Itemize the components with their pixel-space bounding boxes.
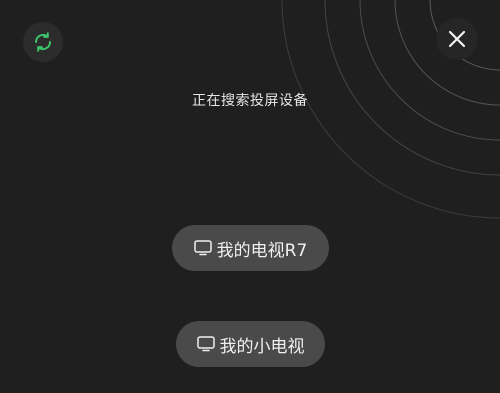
refresh-icon xyxy=(34,32,52,52)
cast-search-screen: 正在搜索投屏设备 我的电视R7 我的小电视 xyxy=(0,0,500,393)
tv-icon xyxy=(193,240,212,256)
device-item-small-tv[interactable]: 我的小电视 xyxy=(176,321,325,367)
close-icon xyxy=(448,30,466,48)
device-label: 我的小电视 xyxy=(219,336,305,357)
device-label: 我的电视R7 xyxy=(216,240,308,261)
close-button[interactable] xyxy=(436,18,478,60)
device-item-tv-r7[interactable]: 我的电视R7 xyxy=(172,225,329,271)
tv-icon xyxy=(196,336,215,352)
searching-status-text: 正在搜索投屏设备 xyxy=(192,93,308,109)
refresh-button[interactable] xyxy=(23,22,63,62)
